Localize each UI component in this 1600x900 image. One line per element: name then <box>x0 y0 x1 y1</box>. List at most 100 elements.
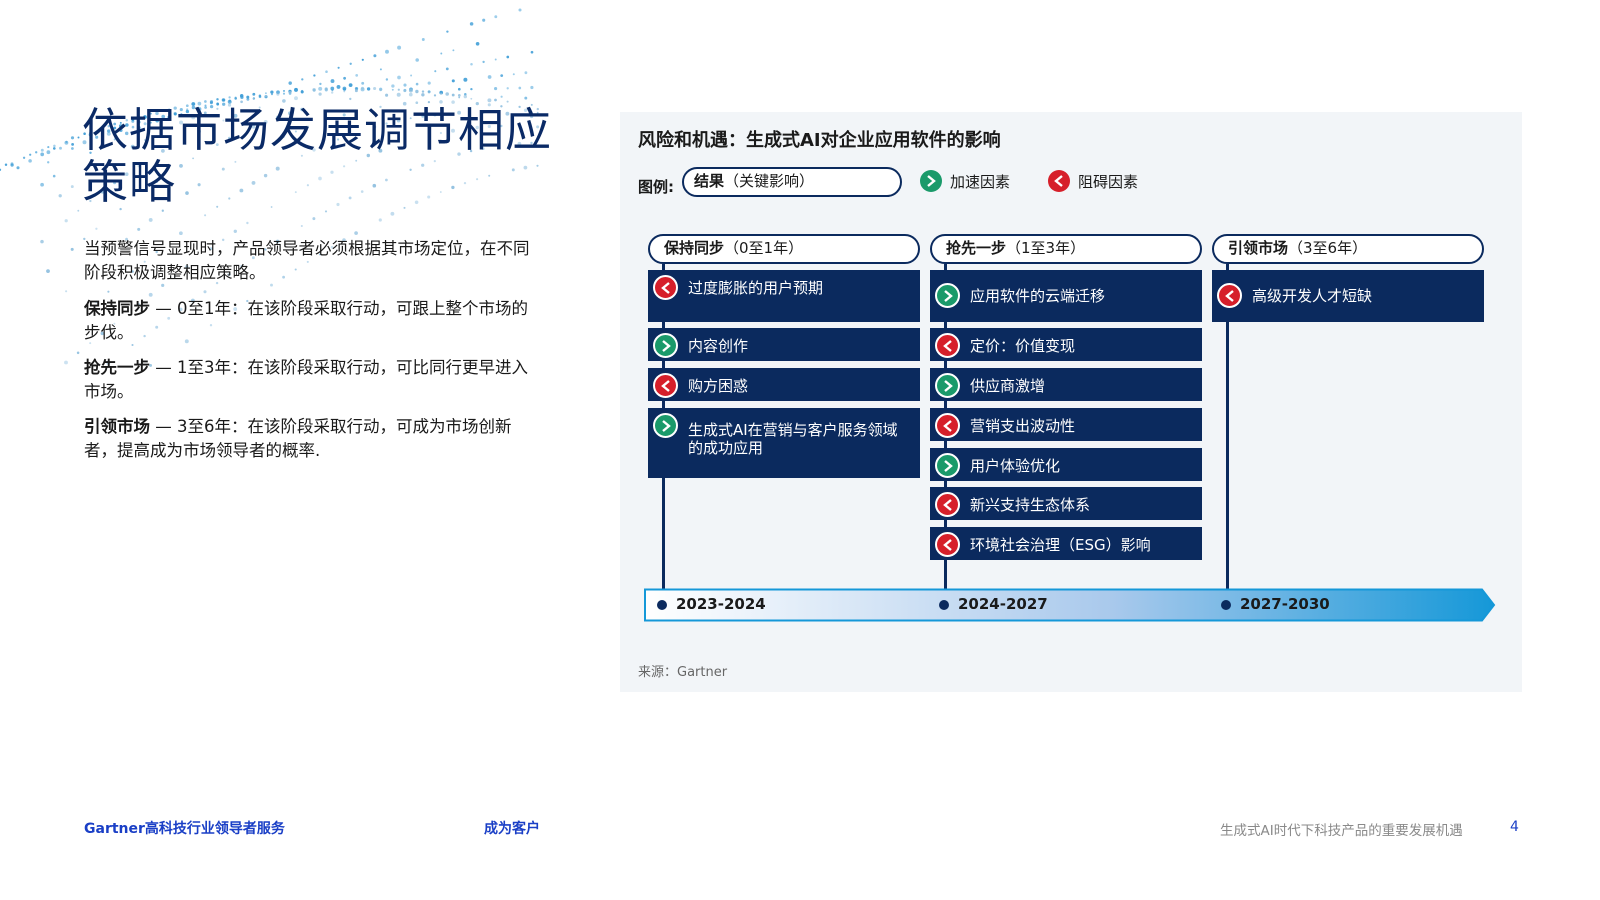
decorative-dot <box>470 87 473 91</box>
decorative-dot <box>378 218 382 222</box>
decorative-dot <box>366 87 371 91</box>
chevron-left-icon <box>653 373 678 398</box>
decorative-dot <box>336 84 341 89</box>
decorative-dot <box>264 95 268 98</box>
decorative-dot <box>40 182 44 187</box>
decorative-dot <box>64 219 68 223</box>
decorative-dot <box>64 360 68 365</box>
decorative-dot <box>252 92 256 96</box>
decorative-dot <box>137 227 141 231</box>
decorative-dot <box>354 89 358 93</box>
page-number: 4 <box>1510 819 1519 835</box>
chevron-right-icon <box>653 333 678 358</box>
legend-label: 图例: <box>638 178 674 196</box>
factor-text: 内容创作 <box>688 337 749 355</box>
legend-impediment: 阻碍因素 <box>1048 170 1138 192</box>
decorative-dot <box>354 231 358 235</box>
factor-card: 内容创作 <box>648 328 920 361</box>
decorative-dot <box>403 89 407 93</box>
decorative-dot <box>415 89 419 94</box>
factor-text: 供应商激增 <box>970 377 1046 395</box>
decorative-dot <box>457 87 461 91</box>
factor-card: 生成式AI在营销与客户服务领域的成功应用 <box>648 408 920 478</box>
stage-range: （0至1年） <box>724 239 804 257</box>
legend-accelerator: 加速因素 <box>920 170 1010 192</box>
chevron-left-icon <box>935 333 960 358</box>
decorative-dot <box>312 217 316 221</box>
decorative-dot <box>239 93 244 98</box>
factor-text: 生成式AI在营销与客户服务领域的成功应用 <box>688 421 898 457</box>
decorative-dot <box>324 210 328 213</box>
decorative-dot <box>451 93 455 97</box>
strategy-desc: — 1至3年：在该阶段采取行动，可比同行更早进入市场。 <box>84 358 528 401</box>
decorative-dot <box>434 70 437 73</box>
footer-service-link[interactable]: Gartner高科技行业领导者服务 <box>84 818 285 838</box>
legend-result-pill: 结果（关键影响） <box>682 167 902 197</box>
decorative-dot <box>16 166 20 170</box>
decorative-dot <box>246 95 250 99</box>
decorative-dot <box>530 50 534 54</box>
decorative-dot <box>71 147 74 150</box>
decorative-dot <box>379 88 382 92</box>
decorative-dot <box>29 153 32 156</box>
decorative-dot <box>70 185 74 189</box>
timeline-year: 2024-2027 <box>958 595 1048 613</box>
decorative-dot <box>385 49 389 54</box>
decorative-dot <box>59 146 62 150</box>
decorative-dot <box>65 290 68 293</box>
decorative-dot <box>52 174 56 178</box>
factor-text: 营销支出波动性 <box>970 417 1076 435</box>
decorative-dot <box>252 97 255 100</box>
decorative-dot <box>469 22 474 26</box>
decorative-dot <box>318 92 322 96</box>
decorative-dot <box>53 144 56 148</box>
chevron-right-icon <box>935 373 960 398</box>
decorative-dot <box>283 89 285 92</box>
timeline-dot <box>1221 600 1231 610</box>
decorative-dot <box>77 209 80 212</box>
decorative-dot <box>70 136 75 140</box>
timeline-year: 2023-2024 <box>676 595 766 613</box>
factor-text: 用户体验优化 <box>970 457 1061 475</box>
decorative-dot <box>35 151 38 154</box>
decorative-dot <box>452 49 455 52</box>
decorative-dot <box>415 58 419 62</box>
decorative-dot <box>342 86 347 91</box>
chevron-right-icon <box>920 170 942 192</box>
decorative-dot <box>318 86 323 91</box>
decorative-dot <box>312 88 316 92</box>
stage-range: （1至3年） <box>1006 239 1086 257</box>
timeline-arrow-shape <box>644 588 1496 622</box>
decorative-dot <box>288 81 292 85</box>
decorative-dot <box>294 96 298 101</box>
source-note: 来源：Gartner <box>638 665 728 680</box>
decorative-dot <box>396 92 401 97</box>
decorative-dot <box>325 70 328 73</box>
stage-name: 保持同步 <box>664 239 725 257</box>
decorative-dot <box>76 351 80 355</box>
decorative-dot <box>482 60 485 64</box>
decorative-dot <box>482 18 486 22</box>
legend-accelerator-label: 加速因素 <box>950 172 1011 191</box>
become-client-link[interactable]: 成为客户 <box>484 818 540 838</box>
decorative-dot <box>524 71 528 75</box>
factor-text: 过度膨胀的用户预期 <box>688 279 824 297</box>
chevron-right-icon <box>935 283 960 308</box>
decorative-dot <box>403 83 407 87</box>
decorative-dot <box>458 96 461 99</box>
decorative-dot <box>47 161 50 164</box>
chevron-left-icon <box>935 532 960 557</box>
decorative-dot <box>46 269 50 273</box>
decorative-dot <box>440 52 443 55</box>
chevron-right-icon <box>935 453 960 478</box>
decorative-dot <box>0 168 2 171</box>
factor-card: 过度膨胀的用户预期 <box>648 270 920 322</box>
decorative-dot <box>233 229 237 233</box>
decorative-dot <box>512 73 515 76</box>
factor-card: 供应商激增 <box>930 368 1202 401</box>
chevron-left-icon <box>935 492 960 517</box>
factor-text: 应用软件的云端迁移 <box>970 287 1106 305</box>
decorative-dot <box>70 247 74 251</box>
decorative-dot <box>475 41 480 46</box>
decorative-dot <box>445 92 449 96</box>
